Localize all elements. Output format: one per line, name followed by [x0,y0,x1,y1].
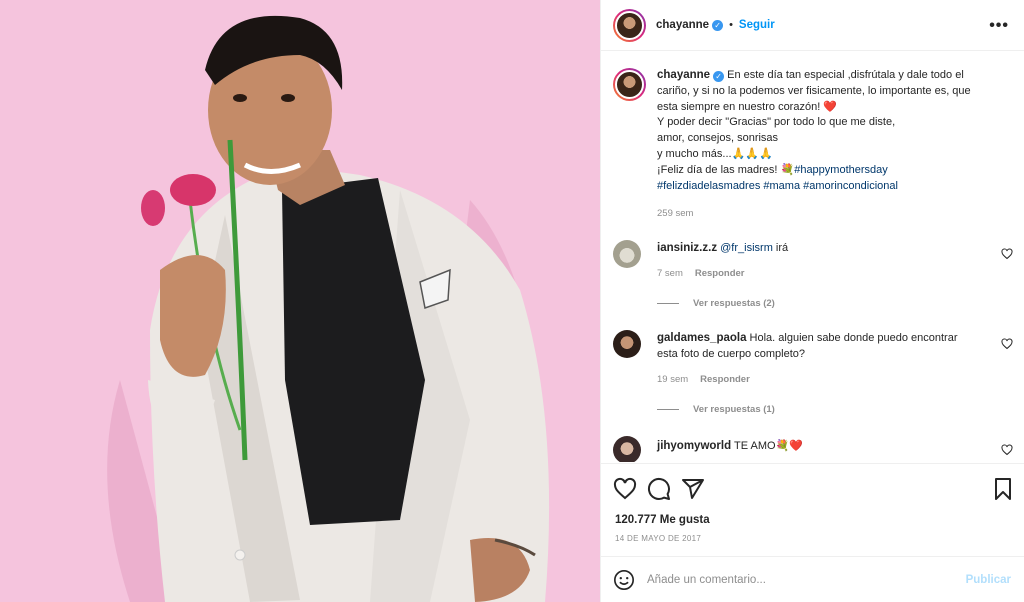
hashtag-link[interactable]: #amorincondicional [803,180,898,192]
comment-body: iansiniz.z.z @fr_isisrm irá 7 sem Respond… [657,240,1013,282]
comment-time[interactable]: 7 sem [657,268,683,279]
emoji-smiley-icon[interactable] [613,569,635,591]
post-caption: chayanne ✓ En este día tan especial ,disf… [613,68,1013,222]
view-replies-label: Ver respuestas (1) [693,404,775,415]
caption-line: esta siempre en nuestro corazón! ❤️ [657,100,838,113]
comment-time[interactable]: 19 sem [657,374,688,385]
comment-body: galdames_paola Hola. alguien sabe donde … [657,330,1013,388]
caption-line: cariño, y si no la podemos ver fisicamen… [657,84,971,97]
like-comment-heart-icon[interactable] [1001,444,1013,456]
verified-badge-icon: ✓ [712,19,724,31]
commenter-username[interactable]: galdames_paola [657,332,746,344]
comment-text: irá [775,242,789,254]
reply-button[interactable]: Responder [700,374,750,385]
comments-list[interactable]: chayanne ✓ En este día tan especial ,disf… [601,52,1024,462]
caption-line: En este día tan especial ,disfrútala y d… [727,69,964,81]
view-replies-label: Ver respuestas (2) [693,298,775,309]
commenter-avatar[interactable] [613,240,641,268]
caption-avatar[interactable] [613,68,646,101]
publish-button[interactable]: Publicar [966,574,1011,586]
commenter-avatar[interactable] [613,436,641,462]
instagram-post: chayanne ✓ • Seguir ••• chayanne ✓ En est… [0,0,1024,602]
comment-composer: Publicar [601,556,1024,602]
share-paper-plane-icon[interactable] [681,477,705,501]
caption-text: chayanne ✓ En este día tan especial ,disf… [657,68,1013,222]
likes-count[interactable]: 120.777 Me gusta [615,514,710,526]
author-username[interactable]: chayanne [656,19,709,31]
caption-line: ¡Feliz día de las madres! 💐 [657,163,795,176]
post-header: chayanne ✓ • Seguir ••• [601,0,1024,51]
hashtag-link[interactable]: #felizdiadelasmadres [657,180,760,192]
comment-meta: 19 sem Responder [657,372,1013,388]
reply-button[interactable]: Responder [695,268,745,279]
comment-item: jihyomyworld TE AMO💐❤️ [613,436,1013,462]
mention-link[interactable]: @fr_isisrm [720,242,773,254]
commenter-avatar[interactable] [613,330,641,358]
separator-dot: • [729,19,733,31]
commenter-username[interactable]: iansiniz.z.z [657,242,717,254]
comment-meta: 7 sem Responder [657,266,1013,282]
hashtag-link[interactable]: #mama [763,180,800,192]
like-heart-icon[interactable] [613,477,637,501]
post-actions: 120.777 Me gusta 14 DE MAYO DE 2017 [601,463,1024,554]
caption-username[interactable]: chayanne [657,69,710,81]
comment-text: esta foto de cuerpo completo? [657,348,805,360]
comment-item: iansiniz.z.z @fr_isisrm irá 7 sem Respond… [613,240,1013,309]
caption-time[interactable]: 259 sem [657,206,1013,222]
comment-item: galdames_paola Hola. alguien sabe donde … [613,330,1013,415]
like-comment-heart-icon[interactable] [1001,248,1013,260]
comment-body: jihyomyworld TE AMO💐❤️ [657,436,1013,454]
author-avatar[interactable] [613,8,646,42]
commenter-username[interactable]: jihyomyworld [657,440,731,452]
post-photo[interactable] [0,0,600,602]
post-date[interactable]: 14 DE MAYO DE 2017 [615,534,701,543]
more-options-icon[interactable]: ••• [989,17,1009,35]
comment-text: TE AMO💐❤️ [733,440,803,452]
caption-line: Y poder decir "Gracias" por todo lo que … [657,116,896,129]
view-replies-button[interactable]: Ver respuestas (2) [657,298,1013,309]
save-bookmark-icon[interactable] [991,477,1015,501]
photo-illustration [0,0,600,602]
comment-bubble-icon[interactable] [647,477,671,501]
view-replies-button[interactable]: Ver respuestas (1) [657,404,1013,415]
caption-line: y mucho más...🙏🙏🙏 [657,147,773,160]
comment-text: Hola. alguien sabe donde puedo encontrar [749,332,958,344]
post-side-panel: chayanne ✓ • Seguir ••• chayanne ✓ En est… [600,0,1024,602]
comment-input[interactable] [647,573,947,586]
verified-badge-icon: ✓ [713,71,725,82]
caption-line: amor, consejos, sonrisas [657,132,779,145]
hashtag-link[interactable]: #happymothersday [794,164,888,176]
follow-button[interactable]: Seguir [739,19,775,31]
like-comment-heart-icon[interactable] [1001,338,1013,350]
